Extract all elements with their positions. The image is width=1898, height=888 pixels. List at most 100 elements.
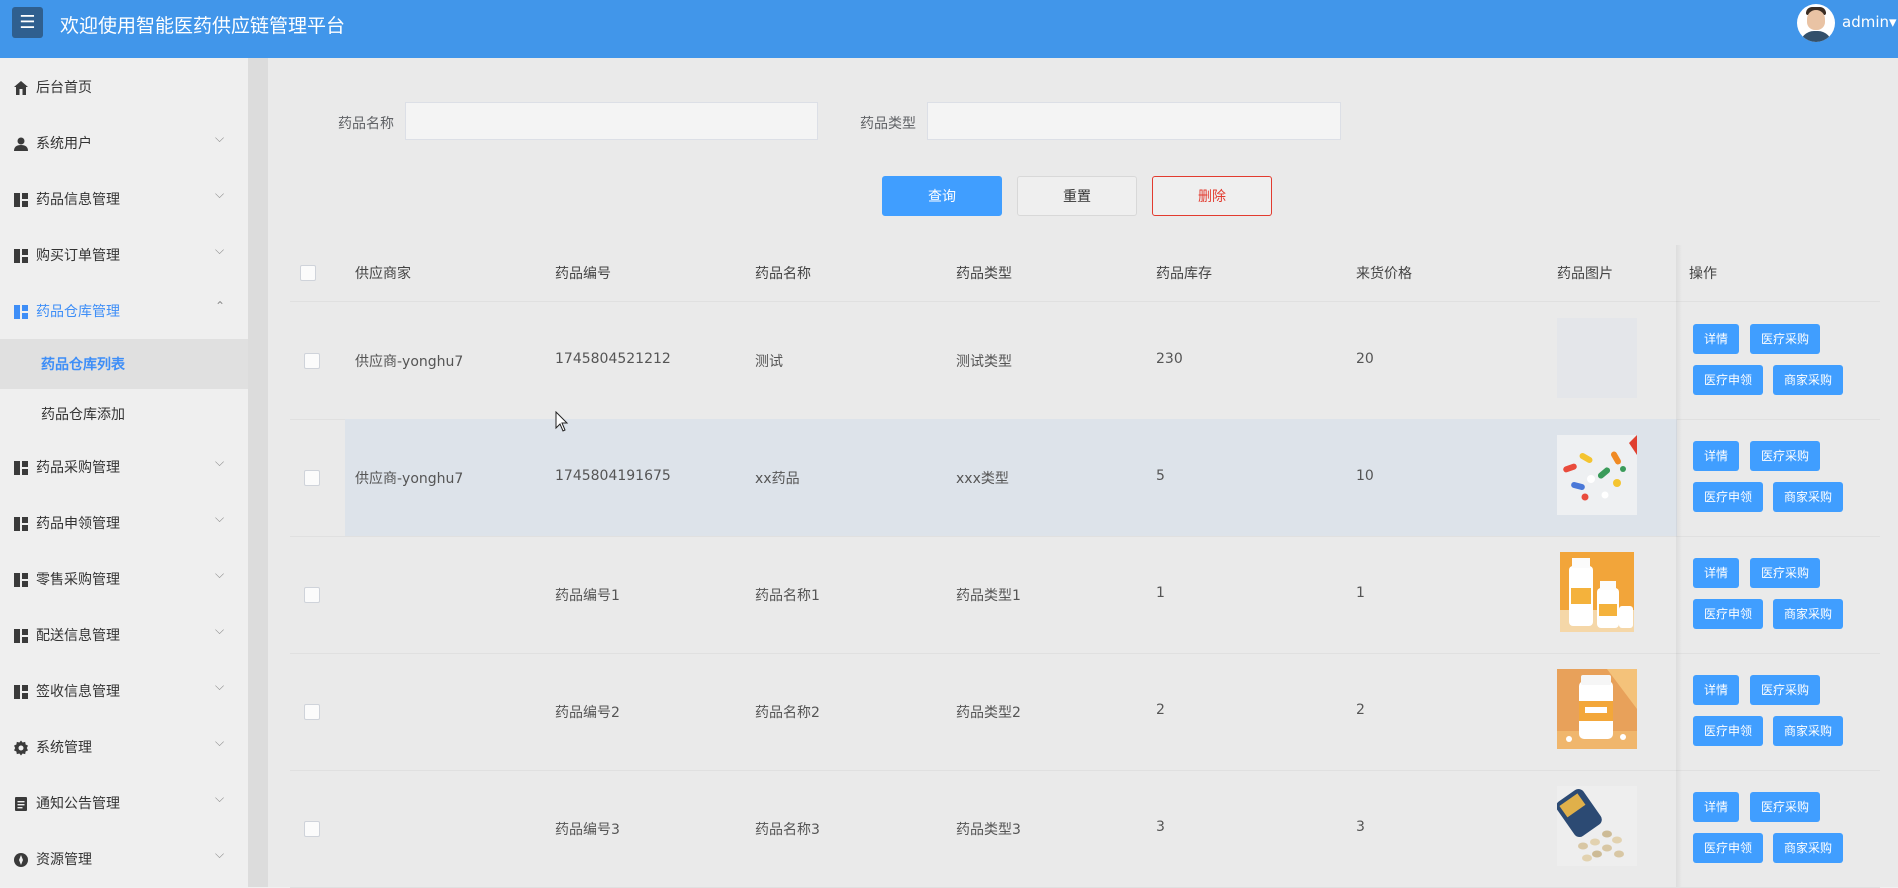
cell-name: 药品名称3: [755, 822, 820, 838]
row-checkbox[interactable]: [304, 470, 320, 486]
merchant-purchase-button[interactable]: 商家采购: [1773, 716, 1843, 746]
sidebar-subitem-label: 药品仓库添加: [41, 407, 125, 423]
detail-button[interactable]: 详情: [1693, 675, 1739, 705]
medical-purchase-button[interactable]: 医疗采购: [1750, 558, 1820, 588]
medical-claim-button[interactable]: 医疗申领: [1693, 716, 1763, 746]
sidebar-subitem-warehouse-add[interactable]: 药品仓库添加: [0, 389, 248, 439]
column-header-image: 药品图片: [1557, 266, 1613, 282]
chevron-down-icon: ⌵: [215, 131, 225, 145]
chevron-down-icon: ⌵: [215, 791, 225, 805]
detail-button[interactable]: 详情: [1693, 441, 1739, 471]
sidebar-item-resources[interactable]: 资源管理 ⌵: [0, 839, 248, 879]
drug-image: [1557, 318, 1637, 398]
sidebar-item-warehouse[interactable]: 药品仓库管理 ⌃: [0, 291, 248, 331]
cell-code: 1745804521212: [555, 351, 671, 367]
chevron-down-icon: ⌵: [215, 623, 225, 637]
sidebar-item-delivery[interactable]: 配送信息管理 ⌵: [0, 615, 248, 655]
merchant-purchase-button[interactable]: 商家采购: [1773, 599, 1843, 629]
table-row[interactable]: 药品编号2 药品名称2 药品类型2 2 2 详情 医疗采购 医疗申领 商家采购: [290, 653, 1880, 771]
chevron-down-icon: ⌵: [215, 847, 225, 861]
sidebar-item-notices[interactable]: 通知公告管理 ⌵: [0, 783, 248, 823]
medical-claim-button[interactable]: 医疗申领: [1693, 365, 1763, 395]
medical-purchase-button[interactable]: 医疗采购: [1750, 675, 1820, 705]
row-hover-highlight: [345, 419, 1677, 536]
query-button[interactable]: 查询: [882, 176, 1002, 216]
table-row[interactable]: 供应商-yonghu7 1745804191675 xx药品 xxx类型 5 1…: [290, 419, 1880, 537]
sidebar-item-label: 配送信息管理: [36, 628, 120, 644]
medical-claim-button[interactable]: 医疗申领: [1693, 482, 1763, 512]
avatar[interactable]: [1797, 4, 1835, 42]
grid-icon: [14, 573, 28, 587]
detail-button[interactable]: 详情: [1693, 558, 1739, 588]
cell-stock: 2: [1156, 702, 1165, 718]
merchant-purchase-button[interactable]: 商家采购: [1773, 365, 1843, 395]
cell-supplier: 供应商-yonghu7: [355, 354, 464, 370]
chevron-down-icon: ⌵: [215, 455, 225, 469]
medical-purchase-button[interactable]: 医疗采购: [1750, 792, 1820, 822]
select-all-checkbox[interactable]: [300, 265, 316, 281]
merchant-purchase-button[interactable]: 商家采购: [1773, 482, 1843, 512]
cell-code: 药品编号2: [555, 705, 620, 721]
detail-button[interactable]: 详情: [1693, 792, 1739, 822]
cell-code: 药品编号1: [555, 588, 620, 604]
row-checkbox[interactable]: [304, 587, 320, 603]
app-title: 欢迎使用智能医药供应链管理平台: [60, 15, 346, 37]
sidebar-item-claim[interactable]: 药品申领管理 ⌵: [0, 503, 248, 543]
reset-button[interactable]: 重置: [1017, 176, 1137, 216]
sidebar-item-home[interactable]: 后台首页: [0, 67, 248, 107]
bottles-image: [1560, 552, 1634, 632]
cell-type: 测试类型: [956, 354, 1012, 370]
sidebar-item-label: 购买订单管理: [36, 248, 120, 264]
hamburger-icon[interactable]: ☰: [12, 7, 43, 38]
sidebar-item-label: 药品申领管理: [36, 516, 120, 532]
sidebar-item-label: 后台首页: [36, 80, 92, 96]
row-checkbox[interactable]: [304, 353, 320, 369]
sidebar-item-retail[interactable]: 零售采购管理 ⌵: [0, 559, 248, 599]
sidebar-subitem-warehouse-list[interactable]: 药品仓库列表: [0, 339, 248, 389]
table-row[interactable]: 药品编号3 药品名称3 药品类型3 3 3 详情 医疗采购 医疗申领 商家采购: [290, 770, 1880, 888]
document-icon: [15, 797, 27, 811]
fixed-column-shadow: [1676, 245, 1682, 887]
medical-claim-button[interactable]: 医疗申领: [1693, 599, 1763, 629]
sidebar-scrollbar[interactable]: [248, 58, 268, 887]
user-icon: [14, 137, 28, 151]
sidebar-item-drug-info[interactable]: 药品信息管理 ⌵: [0, 179, 248, 219]
column-header-name: 药品名称: [755, 266, 811, 282]
column-header-actions: 操作: [1689, 266, 1717, 282]
table-row[interactable]: 供应商-yonghu7 1745804521212 测试 测试类型 230 20…: [290, 302, 1880, 420]
sidebar-item-label: 签收信息管理: [36, 684, 120, 700]
detail-button[interactable]: 详情: [1693, 324, 1739, 354]
sidebar-item-purchase[interactable]: 药品采购管理 ⌵: [0, 447, 248, 487]
user-menu[interactable]: admin▾: [1842, 13, 1897, 31]
grid-icon: [14, 249, 28, 263]
table-row[interactable]: 药品编号1 药品名称1 药品类型1 1 1 详情 医疗采购 医疗申领 商家采购: [290, 536, 1880, 654]
medical-claim-button[interactable]: 医疗申领: [1693, 833, 1763, 863]
top-header: ☰ 欢迎使用智能医药供应链管理平台 admin▾: [0, 0, 1898, 58]
cell-code: 药品编号3: [555, 822, 620, 838]
delete-button[interactable]: 删除: [1152, 176, 1272, 216]
drug-name-input[interactable]: [405, 102, 818, 140]
drug-image: [1557, 786, 1637, 866]
chevron-down-icon: ▾: [1889, 13, 1897, 31]
cell-type: 药品类型1: [956, 588, 1021, 604]
sidebar-item-system[interactable]: 系统管理 ⌵: [0, 727, 248, 767]
cell-price: 2: [1356, 702, 1365, 718]
sidebar-item-label: 系统管理: [36, 740, 92, 756]
resource-icon: [14, 853, 28, 867]
sidebar-item-system-users[interactable]: 系统用户 ⌵: [0, 123, 248, 163]
cell-stock: 230: [1156, 351, 1183, 367]
column-header-code: 药品编号: [555, 266, 611, 282]
medical-purchase-button[interactable]: 医疗采购: [1750, 324, 1820, 354]
merchant-purchase-button[interactable]: 商家采购: [1773, 833, 1843, 863]
sidebar-item-label: 药品信息管理: [36, 192, 120, 208]
row-checkbox[interactable]: [304, 821, 320, 837]
sidebar-item-receipt[interactable]: 签收信息管理 ⌵: [0, 671, 248, 711]
chevron-down-icon: ⌵: [215, 735, 225, 749]
sidebar-item-orders[interactable]: 购买订单管理 ⌵: [0, 235, 248, 275]
cell-stock: 3: [1156, 819, 1165, 835]
row-checkbox[interactable]: [304, 704, 320, 720]
medical-purchase-button[interactable]: 医疗采购: [1750, 441, 1820, 471]
drug-type-label: 药品类型: [860, 116, 916, 132]
drug-type-input[interactable]: [927, 102, 1341, 140]
cell-code: 1745804191675: [555, 468, 671, 484]
